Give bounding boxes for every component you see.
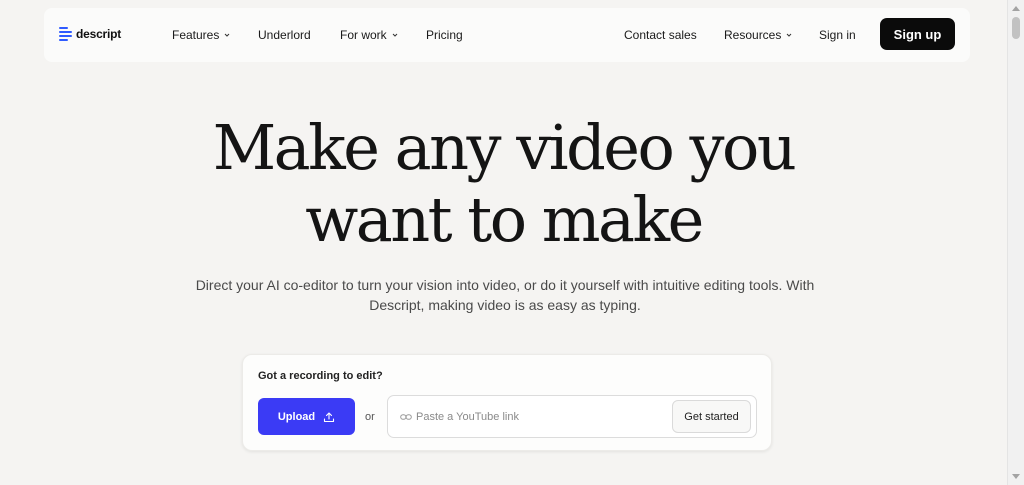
nav-for-work-label: For work [340, 28, 387, 42]
nav-sign-in-label: Sign in [819, 28, 856, 42]
page-scrollbar[interactable] [1007, 0, 1024, 485]
chevron-down-icon [787, 33, 792, 37]
chevron-down-icon [392, 33, 398, 37]
scrollbar-thumb[interactable] [1012, 17, 1020, 39]
hero-title-line-1: Make any video you [212, 111, 797, 184]
sign-up-button[interactable]: Sign up [880, 18, 955, 50]
nav-resources[interactable]: Resources [724, 28, 792, 42]
hero-subtitle: Direct your AI co-editor to turn your vi… [195, 277, 815, 313]
upload-button-label: Upload [277, 410, 316, 423]
link-icon [400, 414, 412, 420]
chevron-down-icon [225, 33, 230, 37]
nav-features[interactable]: Features [172, 28, 230, 42]
descript-logo[interactable]: descript [59, 26, 121, 42]
scroll-down-arrow-icon[interactable] [1012, 474, 1020, 479]
nav-resources-label: Resources [724, 28, 782, 42]
hero-title-line-2: want to make [305, 183, 704, 256]
or-separator: or [365, 411, 375, 423]
hero-title: Make any video you want to make [0, 112, 1007, 256]
upload-card: Got a recording to edit? Upload or Get s… [242, 354, 772, 451]
youtube-link-input[interactable] [416, 407, 666, 427]
nav-sign-in[interactable]: Sign in [819, 28, 856, 42]
brand-name: descript [76, 27, 122, 41]
nav-for-work[interactable]: For work [340, 28, 398, 42]
scroll-up-arrow-icon[interactable] [1012, 6, 1020, 11]
get-started-button[interactable]: Get started [672, 400, 751, 433]
nav-underlord[interactable]: Underlord [258, 28, 311, 42]
nav-features-label: Features [172, 28, 220, 42]
nav-contact-sales-label: Contact sales [624, 28, 697, 42]
nav-contact-sales[interactable]: Contact sales [624, 28, 697, 42]
upload-icon [324, 411, 335, 422]
upload-card-label: Got a recording to edit? [258, 370, 383, 382]
descript-logo-icon [59, 26, 72, 42]
nav-underlord-label: Underlord [258, 28, 311, 42]
nav-pricing-label: Pricing [426, 28, 463, 42]
upload-button[interactable]: Upload [258, 398, 355, 435]
top-navigation: descript Features Underlord For work Pri… [44, 8, 970, 62]
nav-pricing[interactable]: Pricing [426, 28, 463, 42]
youtube-link-field: Get started [387, 395, 757, 438]
